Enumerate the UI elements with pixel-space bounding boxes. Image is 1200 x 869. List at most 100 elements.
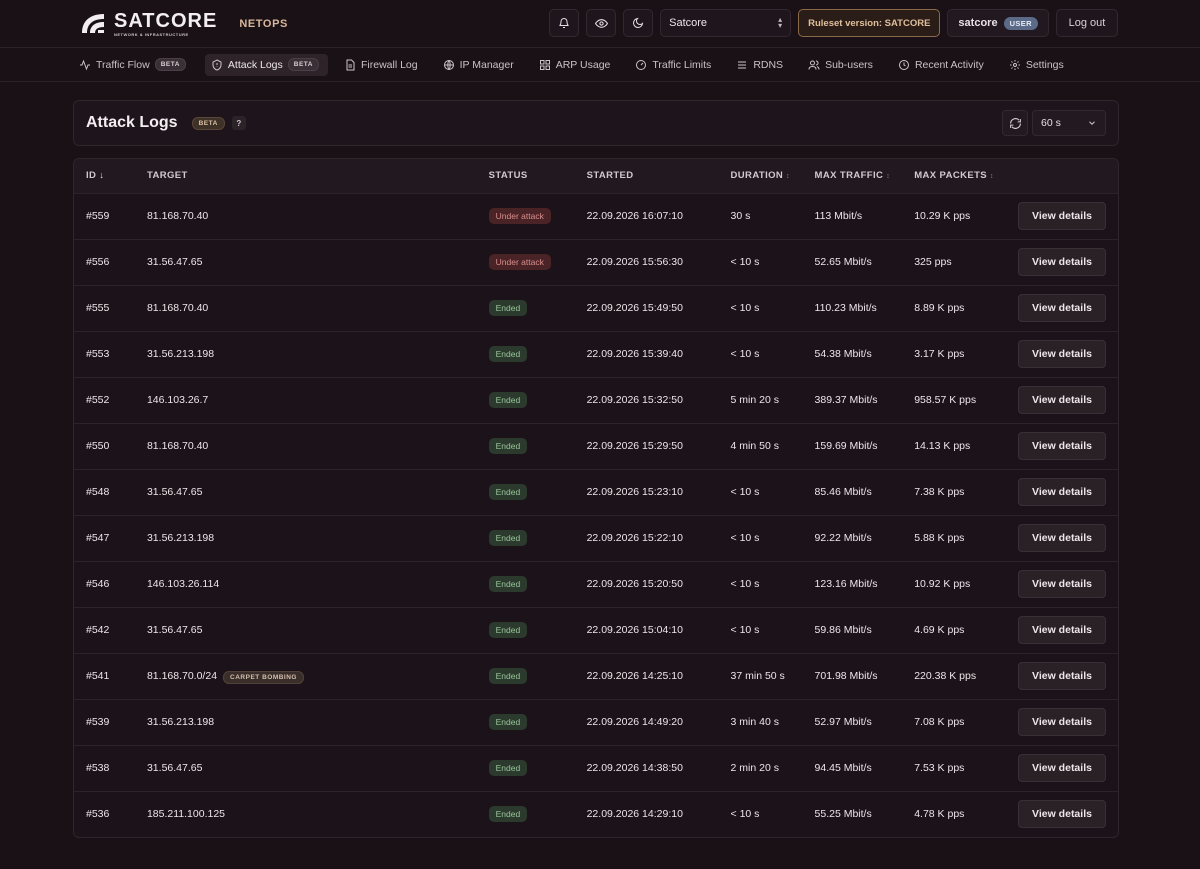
view-details-button[interactable]: View details	[1018, 708, 1106, 736]
started-time: 22.09.2026 15:29:50	[574, 422, 719, 469]
attack-id: #546	[74, 560, 135, 607]
nav-tab-firewall-log[interactable]: Firewall Log	[338, 54, 427, 76]
notifications-button[interactable]	[549, 9, 580, 37]
target-cell: 31.56.213.198	[134, 698, 477, 745]
status-badge: Ended	[488, 622, 528, 638]
status-cell: Ended	[476, 330, 575, 377]
target-cell: 31.56.213.198	[134, 330, 477, 377]
nav-tab-recent-activity[interactable]: Recent Activity	[892, 54, 993, 76]
view-details-button[interactable]: View details	[1018, 202, 1106, 230]
target-cell: 185.211.100.125	[134, 790, 477, 837]
table-row: #550 81.168.70.40 Ended 22.09.2026 15:29:50…	[74, 422, 1118, 469]
table-row: #547 31.56.213.198 Ended 22.09.2026 15:22:1…	[74, 514, 1118, 561]
refresh-icon	[1009, 117, 1021, 129]
duration: < 10 s	[718, 790, 803, 837]
table-row: #552 146.103.26.7 Ended 22.09.2026 15:32:50…	[74, 376, 1118, 423]
organization-select[interactable]: Satcore ▴ ▾	[660, 9, 792, 37]
theme-toggle-button[interactable]	[623, 9, 654, 37]
status-cell: Ended	[476, 698, 575, 745]
target-cell: 31.56.47.65	[134, 606, 477, 653]
view-details-button[interactable]: View details	[1018, 616, 1106, 644]
nav-tab-sub-users[interactable]: Sub-users	[802, 54, 882, 76]
view-details-button[interactable]: View details	[1018, 662, 1106, 690]
attack-id: #550	[74, 422, 135, 469]
actions-cell: View details	[1006, 698, 1118, 745]
gear-icon	[1009, 59, 1021, 71]
nav-tab-attack-logs[interactable]: Attack Logs BETA	[204, 53, 328, 76]
nav-tab-settings[interactable]: Settings	[1003, 54, 1073, 76]
nav-tab-ip-manager[interactable]: IP Manager	[437, 54, 523, 76]
view-details-button[interactable]: View details	[1018, 524, 1106, 552]
max-traffic: 110.23 Mbit/s	[802, 284, 903, 331]
max-packets: 5.88 K pps	[902, 514, 1006, 561]
attack-id: #548	[74, 468, 135, 515]
view-details-button[interactable]: View details	[1018, 294, 1106, 322]
view-details-button[interactable]: View details	[1018, 478, 1106, 506]
logo[interactable]: SATCORE NETWORK & INFRASTRUCTURE	[78, 11, 217, 37]
visibility-button[interactable]	[586, 9, 617, 37]
view-details-button[interactable]: View details	[1018, 248, 1106, 276]
brand-name: SATCORE	[114, 9, 218, 32]
nav-tab-arp-usage[interactable]: ARP Usage	[533, 54, 620, 76]
column-max-packets[interactable]: MAX PACKETS ↕	[902, 159, 1006, 193]
view-details-button[interactable]: View details	[1018, 754, 1106, 782]
actions-cell: View details	[1006, 652, 1118, 699]
started-time: 22.09.2026 14:38:50	[574, 744, 719, 791]
view-details-button[interactable]: View details	[1018, 386, 1106, 414]
max-traffic: 52.97 Mbit/s	[802, 698, 903, 745]
column-id[interactable]: ID ↓	[74, 159, 135, 193]
logout-button[interactable]: Log out	[1056, 9, 1118, 37]
help-button[interactable]: ?	[231, 116, 246, 130]
beta-badge: BETA	[191, 116, 225, 130]
clock-icon	[898, 59, 910, 71]
nav-tab-label: RDNS	[753, 58, 784, 71]
user-menu[interactable]: satcore USER	[947, 9, 1049, 37]
refresh-button[interactable]	[1002, 110, 1028, 136]
view-details-button[interactable]: View details	[1018, 432, 1106, 460]
max-traffic: 54.38 Mbit/s	[802, 330, 903, 377]
nav-tab-traffic-flow[interactable]: Traffic Flow BETA	[73, 54, 195, 76]
refresh-interval-select[interactable]: 60 s	[1032, 110, 1106, 136]
column-max-traffic[interactable]: MAX TRAFFIC ↕	[802, 159, 903, 193]
sort-icon: ↕	[886, 173, 891, 181]
list-icon	[736, 59, 748, 71]
target-cell: 146.103.26.114	[134, 560, 477, 607]
nav-tab-label: Sub-users	[825, 58, 873, 71]
target-ip: 146.103.26.114	[146, 578, 220, 590]
table-row: #542 31.56.47.65 Ended 22.09.2026 15:04:10 <…	[74, 606, 1118, 653]
nav-tab-rdns[interactable]: RDNS	[730, 54, 792, 76]
sort-icon: ↕	[990, 173, 994, 181]
view-details-button[interactable]: View details	[1018, 800, 1106, 829]
attack-id: #552	[74, 376, 135, 423]
target-ip: 31.56.47.65	[146, 624, 203, 636]
target-ip: 146.103.26.7	[146, 394, 209, 406]
view-details-button[interactable]: View details	[1018, 340, 1106, 368]
top-bar: SATCORE NETWORK & INFRASTRUCTURE NETOPS …	[0, 0, 1200, 48]
status-cell: Under attack	[476, 238, 575, 285]
nav-tab-traffic-limits[interactable]: Traffic Limits	[629, 54, 720, 76]
nav-tab-label: Firewall Log	[361, 58, 418, 71]
status-cell: Ended	[476, 422, 575, 469]
max-packets: 220.38 K pps	[902, 652, 1006, 699]
status-badge: Ended	[488, 760, 528, 776]
status-badge: Ended	[488, 392, 528, 408]
max-traffic: 94.45 Mbit/s	[802, 744, 903, 791]
actions-cell: View details	[1006, 606, 1118, 653]
max-packets: 10.92 K pps	[902, 560, 1006, 607]
status-cell: Ended	[476, 606, 575, 653]
column-duration[interactable]: DURATION ↕	[718, 159, 803, 193]
attack-logs-header: Attack Logs BETA ? 60 s	[73, 100, 1119, 146]
target-cell: 81.168.70.0/24 CARPET BOMBING	[134, 652, 477, 699]
duration: < 10 s	[718, 468, 803, 515]
organization-select-value: Satcore	[669, 17, 708, 29]
status-cell: Ended	[476, 560, 575, 607]
max-traffic: 159.69 Mbit/s	[802, 422, 903, 469]
attack-id: #539	[74, 698, 135, 745]
gauge-icon	[635, 59, 647, 71]
max-packets: 325 pps	[902, 238, 1006, 285]
max-traffic: 55.25 Mbit/s	[802, 790, 903, 837]
max-packets: 7.08 K pps	[902, 698, 1006, 745]
view-details-button[interactable]: View details	[1018, 570, 1106, 598]
ruleset-version-button[interactable]: Ruleset version: SATCORE	[798, 9, 941, 37]
updown-chevron-icon: ▴ ▾	[778, 14, 783, 30]
